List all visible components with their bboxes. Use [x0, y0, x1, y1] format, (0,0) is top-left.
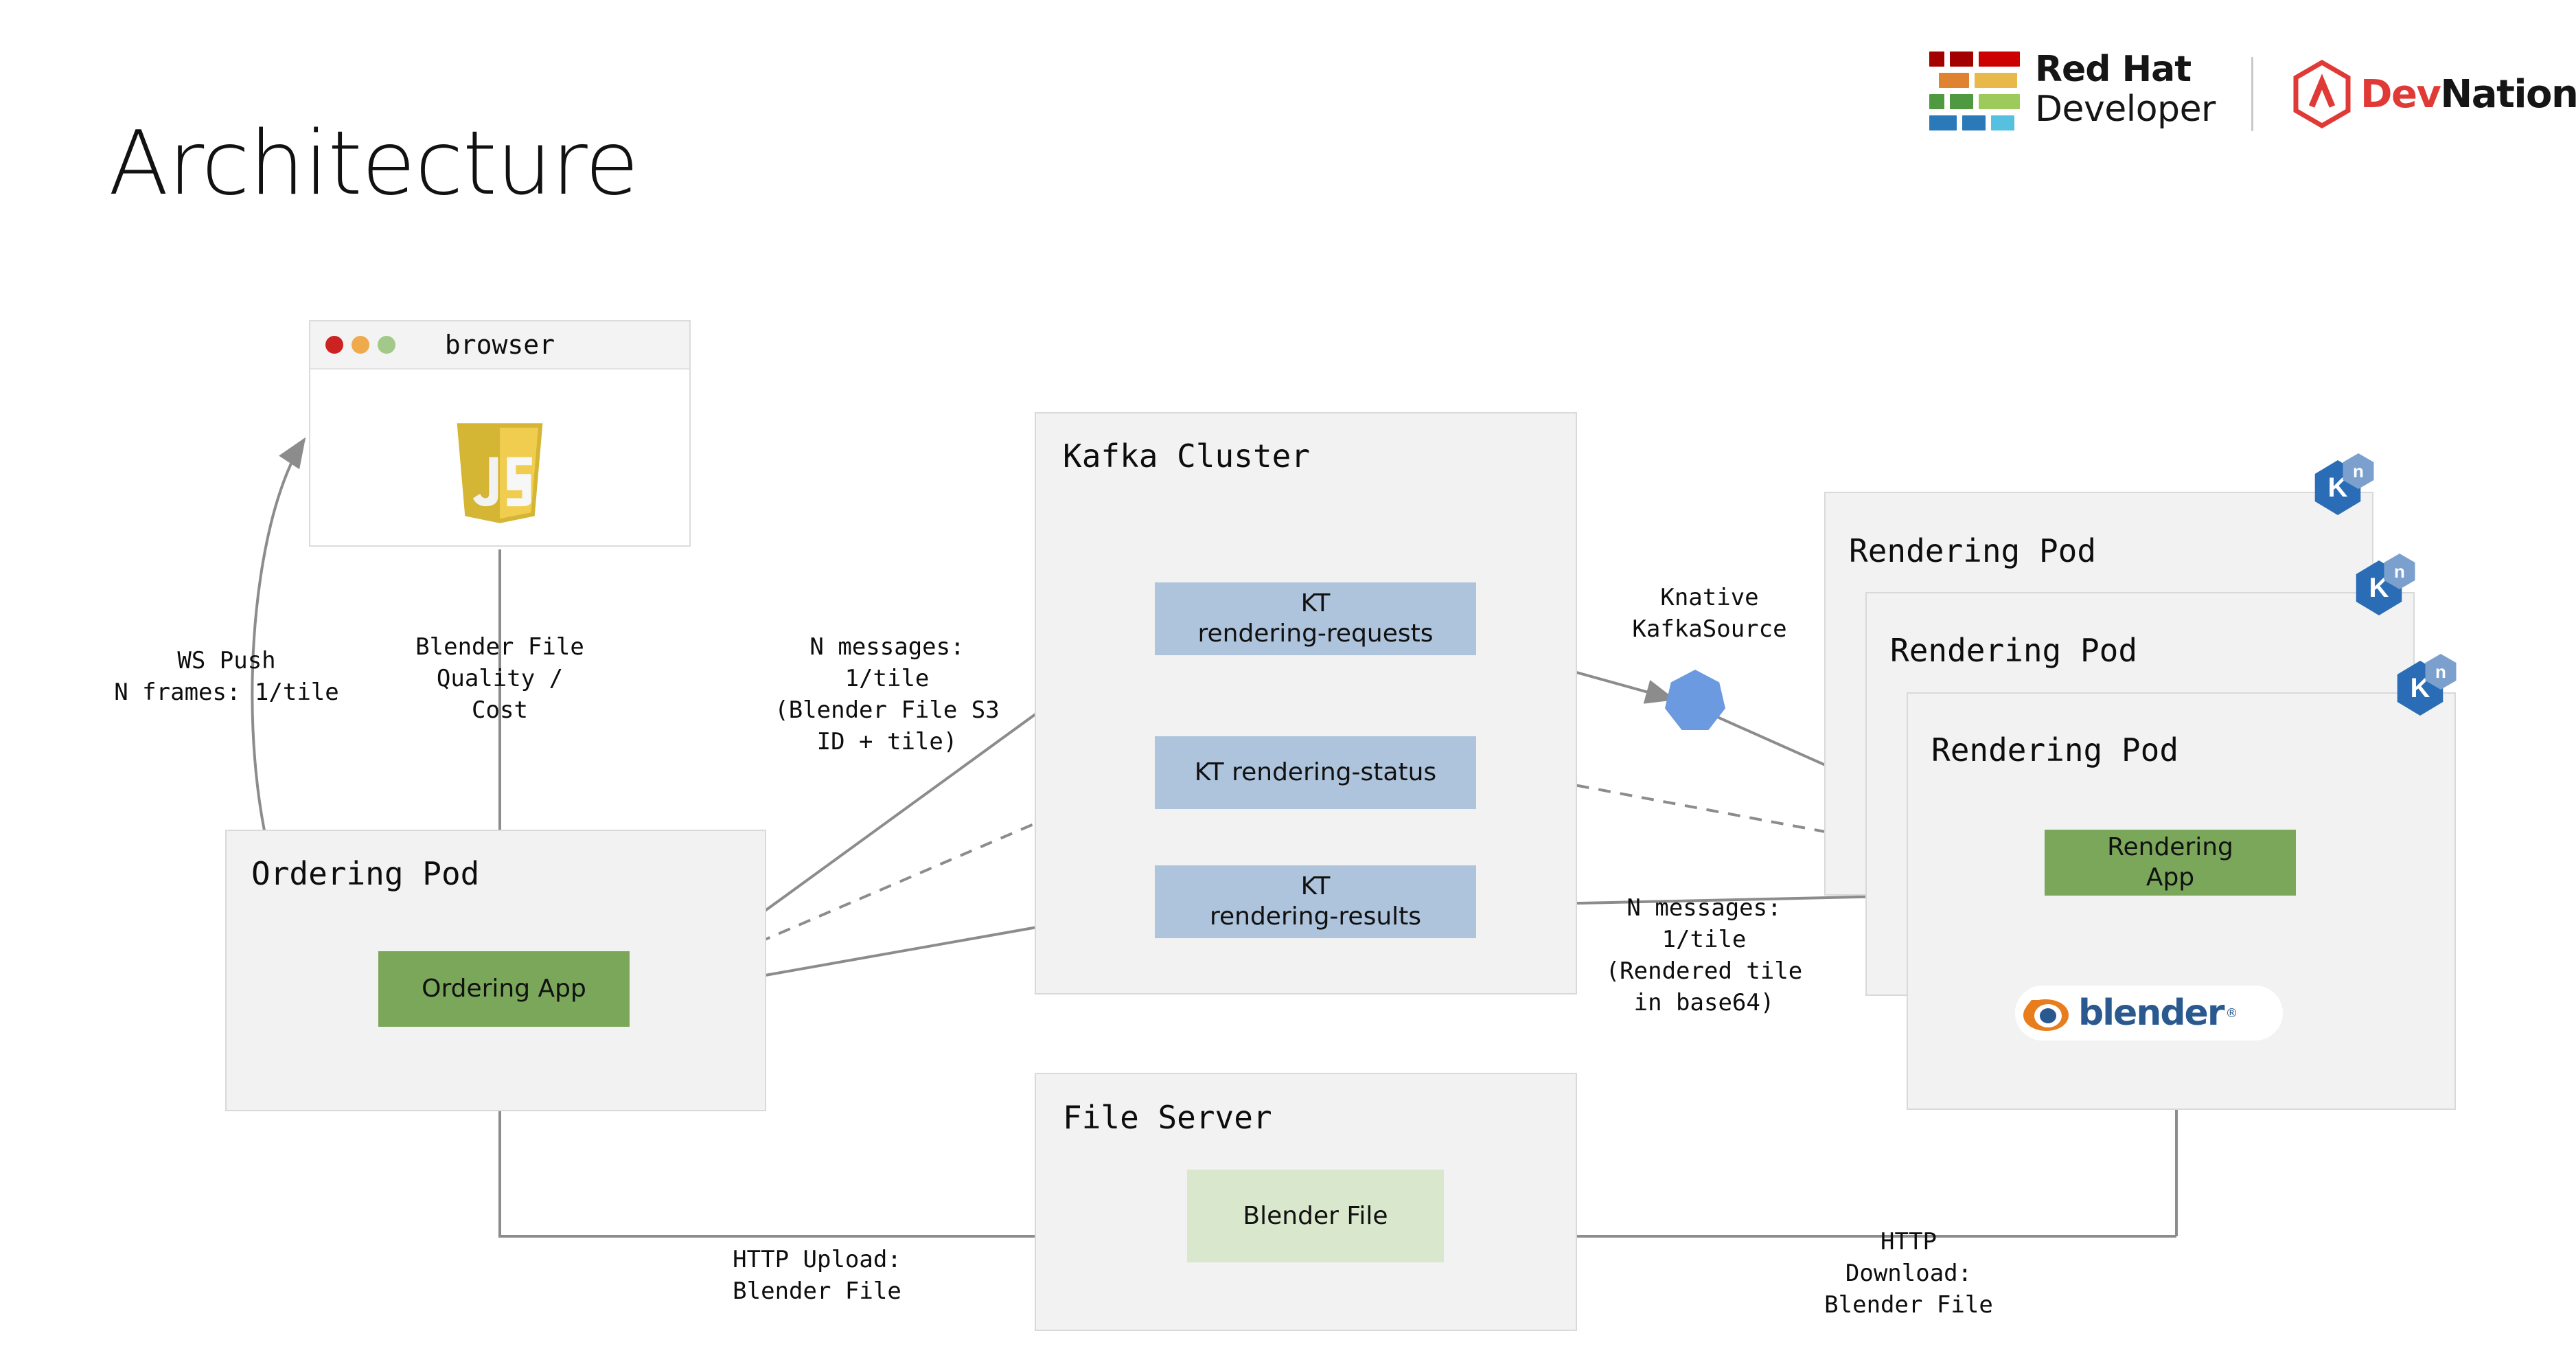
rendering-pod-title-front: Rendering Pod	[1931, 731, 2179, 769]
kafka-topic-rendering-requests-label: KT rendering-requests	[1197, 589, 1434, 648]
rendering-app-node[interactable]: Rendering App	[2045, 830, 2296, 896]
ordering-app-node[interactable]: Ordering App	[378, 951, 630, 1027]
blender-wordmark: blender	[2078, 992, 2224, 1034]
file-server-title: File Server	[1063, 1099, 1272, 1136]
blender-registered-mark: ®	[2225, 1005, 2238, 1021]
blender-file-label: Blender File	[1243, 1201, 1388, 1230]
edge-label-n-messages-results: N messages: 1/tile (Rendered tile in bas…	[1605, 894, 1803, 1016]
edge-label-ws-push: WS Push N frames: 1/tile	[114, 647, 339, 706]
edge-label-http-download: HTTP Download: Blender File	[1824, 1228, 1993, 1319]
ordering-pod-title: Ordering Pod	[251, 855, 480, 892]
edge-label-knative-kafkasource: Knative KafkaSource	[1632, 584, 1787, 643]
rendering-app-label: Rendering App	[2107, 833, 2233, 891]
knative-badge-1: K n	[2312, 453, 2376, 516]
blender-file-node[interactable]: Blender File	[1187, 1170, 1444, 1262]
ordering-app-label: Ordering App	[422, 975, 586, 1003]
kafka-cluster-title: Kafka Cluster	[1063, 437, 1311, 475]
javascript-logo-icon	[457, 423, 543, 523]
knative-badge-2: K n	[2354, 554, 2417, 617]
kafka-topic-rendering-results-label: KT rendering-results	[1209, 872, 1422, 931]
edge-label-http-upload: HTTP Upload: Blender File	[733, 1246, 901, 1305]
blender-mark-icon	[2023, 999, 2069, 1031]
edge-label-blender-file-quality-cost: Blender File Quality / Cost	[415, 633, 584, 724]
edge-label-n-messages-requests: N messages: 1/tile (Blender File S3 ID +…	[774, 633, 1000, 755]
browser-title: browser	[444, 330, 555, 360]
rendering-pod-title-back: Rendering Pod	[1849, 532, 2097, 569]
browser-window[interactable]: browser	[309, 320, 691, 547]
blender-logo: blender ®	[2015, 986, 2283, 1041]
kafka-topic-rendering-results[interactable]: KT rendering-results	[1155, 865, 1476, 938]
kafka-topic-rendering-status[interactable]: KT rendering-status	[1155, 736, 1476, 809]
knative-badge-3: K n	[2395, 654, 2458, 717]
diagram-canvas: Architecture Red Hat Developer DevNation	[0, 0, 2576, 1364]
kafka-topic-rendering-status-label: KT rendering-status	[1194, 758, 1437, 787]
browser-titlebar: browser	[310, 321, 689, 370]
kafka-topic-rendering-requests[interactable]: KT rendering-requests	[1155, 582, 1476, 655]
rendering-pod-title-middle: Rendering Pod	[1890, 632, 2138, 669]
